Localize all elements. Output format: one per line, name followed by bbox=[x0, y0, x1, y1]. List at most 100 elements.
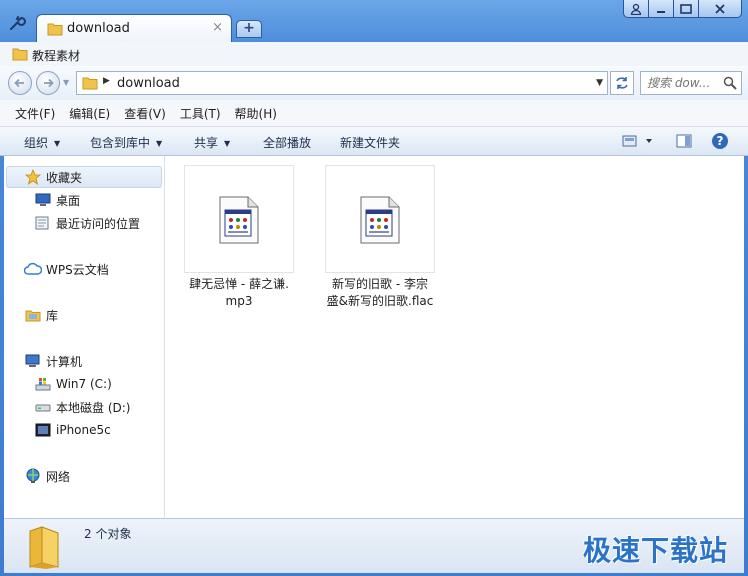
recent-places-icon bbox=[34, 215, 52, 231]
minimize-icon bbox=[657, 10, 665, 13]
nav-iphone[interactable]: iPhone5c bbox=[34, 420, 111, 440]
cloud-icon bbox=[24, 261, 42, 277]
library-icon bbox=[24, 307, 42, 323]
refresh-button[interactable] bbox=[610, 71, 634, 95]
address-path[interactable]: download bbox=[117, 76, 180, 91]
navigation-pane: 收藏夹 桌面 最近访问的位置 WPS云文档 库 计算机 Win7 (C:) 本地… bbox=[4, 156, 165, 518]
file-name-mp3[interactable]: 肆无忌惮 - 薛之谦. mp3 bbox=[176, 276, 302, 310]
breadcrumb-separator-icon[interactable]: ▶ bbox=[103, 76, 110, 86]
caret-down-icon: ▼ bbox=[54, 139, 61, 148]
large-folder-icon bbox=[24, 525, 64, 572]
tab-close-button[interactable]: × bbox=[212, 20, 223, 35]
caret-down-icon: ▼ bbox=[156, 139, 163, 148]
nav-computer[interactable]: 计算机 bbox=[24, 351, 82, 371]
user-button[interactable] bbox=[623, 0, 649, 18]
preview-pane-button[interactable] bbox=[676, 133, 692, 152]
nav-network-label: 网络 bbox=[46, 469, 71, 484]
item-count: 2 个对象 bbox=[84, 527, 132, 541]
organize-button[interactable]: 组织 ▼ bbox=[24, 134, 60, 151]
nav-wps-label: WPS云文档 bbox=[46, 262, 109, 277]
include-label: 包含到库中 bbox=[90, 136, 151, 150]
help-icon: ? bbox=[712, 133, 728, 149]
maximize-button[interactable] bbox=[673, 0, 699, 18]
device-icon bbox=[34, 422, 52, 438]
nav-drive-c[interactable]: Win7 (C:) bbox=[34, 374, 112, 394]
preview-pane-icon bbox=[676, 134, 692, 148]
audio-file-icon bbox=[359, 196, 401, 247]
bookmark-bar: 教程素材 bbox=[0, 42, 748, 67]
view-icon bbox=[622, 135, 652, 147]
menu-tools[interactable]: 工具(T) bbox=[173, 105, 228, 122]
desktop-icon bbox=[34, 192, 52, 208]
menu-bar: 文件(F) 编辑(E) 查看(V) 工具(T) 帮助(H) bbox=[0, 100, 748, 126]
file-item-mp3[interactable] bbox=[184, 165, 294, 273]
nav-iphone-label: iPhone5c bbox=[56, 423, 111, 437]
organize-label: 组织 bbox=[24, 136, 49, 150]
user-icon bbox=[630, 3, 642, 15]
window-controls bbox=[623, 0, 742, 20]
help-button[interactable]: ? bbox=[711, 132, 729, 153]
share-button[interactable]: 共享 ▼ bbox=[194, 134, 230, 151]
nav-desktop-label: 桌面 bbox=[56, 193, 81, 208]
nav-drive-c-label: Win7 (C:) bbox=[56, 377, 112, 391]
address-folder-icon bbox=[82, 75, 98, 94]
file-item-flac[interactable] bbox=[325, 165, 435, 273]
file-name-line: 盛&新写的旧歌.flac bbox=[326, 294, 434, 308]
back-button[interactable] bbox=[8, 71, 32, 95]
nav-drive-d[interactable]: 本地磁盘 (D:) bbox=[34, 397, 130, 417]
bookmark-folder-icon bbox=[12, 46, 28, 65]
nav-library-label: 库 bbox=[46, 308, 59, 323]
nav-library[interactable]: 库 bbox=[24, 305, 58, 325]
bookmark-item[interactable]: 教程素材 bbox=[32, 47, 80, 64]
minimize-button[interactable] bbox=[648, 0, 674, 18]
address-bar[interactable]: ▶ download ▼ bbox=[76, 71, 608, 95]
address-dropdown-icon[interactable]: ▼ bbox=[596, 78, 603, 88]
nav-desktop[interactable]: 桌面 bbox=[34, 190, 80, 210]
file-name-flac[interactable]: 新写的旧歌 - 李宗 盛&新写的旧歌.flac bbox=[317, 276, 443, 310]
explorer-window: download × + 教程素材 ▼ ▶ download ▼ 搜索 dow.… bbox=[0, 0, 748, 576]
new-folder-button[interactable]: 新建文件夹 bbox=[340, 134, 400, 151]
play-all-button[interactable]: 全部播放 bbox=[263, 134, 311, 151]
file-name-line: 新写的旧歌 - 李宗 bbox=[332, 277, 428, 291]
menu-view[interactable]: 查看(V) bbox=[117, 105, 173, 122]
star-icon bbox=[24, 169, 42, 185]
hard-drive-icon bbox=[34, 399, 52, 415]
tab-download[interactable]: download × bbox=[36, 14, 232, 42]
search-input[interactable] bbox=[647, 74, 721, 92]
caret-down-icon: ▼ bbox=[224, 139, 231, 148]
menu-file[interactable]: 文件(F) bbox=[8, 105, 62, 122]
details-pane: 2 个对象 极速下载站 bbox=[4, 518, 744, 573]
arrow-right-icon bbox=[44, 78, 54, 88]
history-dropdown-icon[interactable]: ▼ bbox=[63, 78, 69, 87]
tab-strip: download × + bbox=[0, 0, 748, 42]
search-icon[interactable] bbox=[723, 76, 737, 93]
include-in-library-button[interactable]: 包含到库中 ▼ bbox=[90, 134, 162, 151]
wrench-icon[interactable] bbox=[8, 14, 26, 32]
command-bar: 组织 ▼ 包含到库中 ▼ 共享 ▼ 全部播放 新建文件夹 ? bbox=[0, 126, 748, 156]
menu-help[interactable]: 帮助(H) bbox=[228, 105, 284, 122]
file-list-area[interactable]: 肆无忌惮 - 薛之谦. mp3 新写的旧歌 - 李宗 盛&新写的旧歌.flac bbox=[165, 156, 744, 518]
nav-computer-label: 计算机 bbox=[46, 354, 83, 369]
new-tab-button[interactable]: + bbox=[236, 20, 262, 38]
menu-edit[interactable]: 编辑(E) bbox=[62, 105, 117, 122]
nav-recent-places[interactable]: 最近访问的位置 bbox=[34, 213, 140, 233]
windows-drive-icon bbox=[34, 376, 52, 392]
nav-wps-cloud[interactable]: WPS云文档 bbox=[24, 259, 109, 279]
file-name-line: 肆无忌惮 - 薛之谦. bbox=[189, 277, 289, 291]
close-icon bbox=[715, 3, 725, 14]
nav-favorites-label: 收藏夹 bbox=[46, 170, 83, 185]
network-icon bbox=[24, 468, 42, 484]
tab-title: download bbox=[67, 21, 130, 36]
nav-favorites[interactable]: 收藏夹 bbox=[24, 167, 82, 187]
watermark-logo: 极速下载站 bbox=[582, 534, 728, 567]
change-view-button[interactable] bbox=[622, 133, 656, 152]
navigation-bar: ▼ ▶ download ▼ bbox=[0, 66, 748, 101]
nav-drive-d-label: 本地磁盘 (D:) bbox=[56, 400, 131, 415]
nav-recent-label: 最近访问的位置 bbox=[56, 216, 141, 231]
file-name-line: mp3 bbox=[225, 294, 253, 308]
close-window-button[interactable] bbox=[698, 0, 742, 18]
nav-network[interactable]: 网络 bbox=[24, 466, 70, 486]
share-label: 共享 bbox=[194, 136, 219, 150]
forward-button[interactable] bbox=[36, 71, 60, 95]
maximize-icon bbox=[680, 3, 692, 14]
